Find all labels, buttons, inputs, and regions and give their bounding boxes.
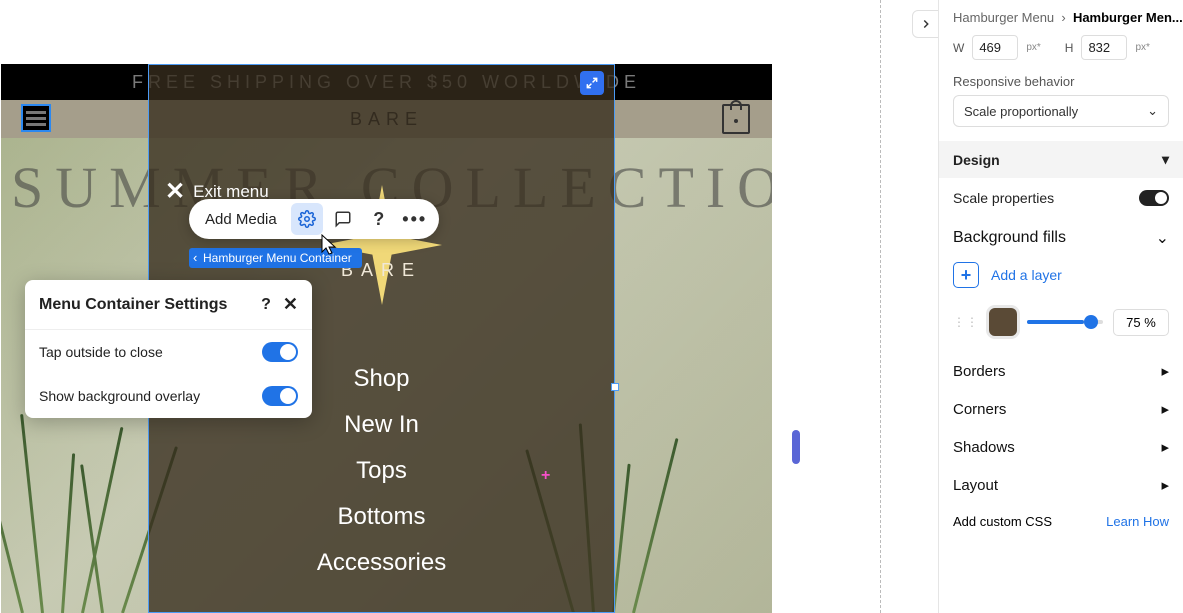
width-unit: px*: [1026, 42, 1040, 53]
shadows-section[interactable]: Shadows ▸: [953, 428, 1169, 466]
add-media-button[interactable]: Add Media: [205, 211, 287, 228]
canvas-edge: [880, 0, 881, 613]
menu-item-shop[interactable]: Shop: [353, 365, 409, 393]
height-label: H: [1065, 41, 1074, 55]
inspector-breadcrumb[interactable]: Hamburger Menu › Hamburger Men...: [953, 10, 1169, 25]
comment-button[interactable]: [327, 203, 359, 235]
chevron-down-icon: ⌄: [1147, 103, 1158, 119]
borders-label: Borders: [953, 363, 1006, 380]
background-fills-header[interactable]: Background fills ⌄: [953, 218, 1169, 256]
hamburger-icon[interactable]: [21, 104, 51, 132]
add-layer-label[interactable]: Add a layer: [991, 267, 1062, 283]
scrollbar-thumb[interactable]: [792, 430, 800, 464]
design-label: Design: [953, 152, 1000, 168]
settings-button[interactable]: [291, 203, 323, 235]
design-section-header[interactable]: Design ▾: [939, 141, 1183, 178]
settings-close-icon[interactable]: ✕: [283, 294, 298, 315]
learn-how-link[interactable]: Learn How: [1106, 514, 1169, 529]
layout-section[interactable]: Layout ▸: [953, 466, 1169, 504]
chevron-right-icon: ▸: [1161, 438, 1169, 456]
menu-item-bottoms[interactable]: Bottoms: [337, 503, 425, 531]
crumb-current: Hamburger Men...: [1073, 10, 1183, 25]
responsive-label: Responsive behavior: [953, 74, 1169, 89]
layout-label: Layout: [953, 477, 998, 494]
background-fills-label: Background fills: [953, 229, 1066, 247]
responsive-value: Scale proportionally: [964, 104, 1078, 119]
tap-outside-label: Tap outside to close: [39, 344, 163, 360]
bag-icon[interactable]: [722, 104, 750, 134]
element-toolbar: Add Media ? •••: [189, 199, 439, 239]
menu-item-tops[interactable]: Tops: [356, 457, 407, 485]
more-button[interactable]: •••: [399, 203, 431, 235]
add-item-marker[interactable]: +: [541, 467, 550, 485]
chevron-down-icon: ▾: [1162, 151, 1169, 168]
bg-overlay-toggle[interactable]: [262, 386, 298, 406]
scale-properties-label: Scale properties: [953, 190, 1054, 206]
borders-section[interactable]: Borders ▸: [953, 352, 1169, 390]
settings-panel-title: Menu Container Settings: [39, 296, 261, 314]
drag-handle-icon[interactable]: ⋮⋮: [953, 319, 979, 325]
crumb-parent[interactable]: Hamburger Menu: [953, 10, 1054, 25]
canvas-area: FREE SHIPPING OVER $50 WORLDWIDE BARE SU…: [0, 0, 880, 613]
menu-container-settings-panel: Menu Container Settings ? ✕ Tap outside …: [25, 280, 312, 418]
fill-color-swatch[interactable]: [989, 308, 1017, 336]
add-css-label: Add custom CSS: [953, 514, 1052, 529]
settings-help-icon[interactable]: ?: [261, 296, 271, 314]
scale-properties-toggle[interactable]: [1139, 190, 1169, 206]
chevron-down-icon: ⌄: [1156, 228, 1169, 248]
help-button[interactable]: ?: [363, 203, 395, 235]
close-icon: ✕: [165, 177, 185, 206]
menu-item-newin[interactable]: New In: [344, 411, 419, 439]
corners-section[interactable]: Corners ▸: [953, 390, 1169, 428]
chevron-right-icon: ▸: [1161, 400, 1169, 418]
width-input[interactable]: [972, 35, 1018, 60]
bg-overlay-label: Show background overlay: [39, 388, 200, 404]
tap-outside-toggle[interactable]: [262, 342, 298, 362]
opacity-slider[interactable]: [1027, 320, 1103, 324]
cursor-icon: [320, 234, 338, 256]
shadows-label: Shadows: [953, 439, 1015, 456]
height-unit: px*: [1135, 42, 1149, 53]
chevron-right-icon: ▸: [1161, 362, 1169, 380]
menu-item-accessories[interactable]: Accessories: [317, 549, 446, 577]
width-label: W: [953, 41, 964, 55]
collapse-inspector-button[interactable]: [912, 10, 940, 38]
opacity-input[interactable]: 75 %: [1113, 309, 1169, 336]
inspector-panel: Hamburger Menu › Hamburger Men... W px* …: [938, 0, 1183, 613]
expand-icon[interactable]: [580, 71, 604, 95]
corners-label: Corners: [953, 401, 1006, 418]
chevron-right-icon: ▸: [1161, 476, 1169, 494]
responsive-select[interactable]: Scale proportionally ⌄: [953, 95, 1169, 127]
height-input[interactable]: [1081, 35, 1127, 60]
preview-whitespace: [1, 0, 772, 64]
add-layer-button[interactable]: +: [953, 262, 979, 288]
